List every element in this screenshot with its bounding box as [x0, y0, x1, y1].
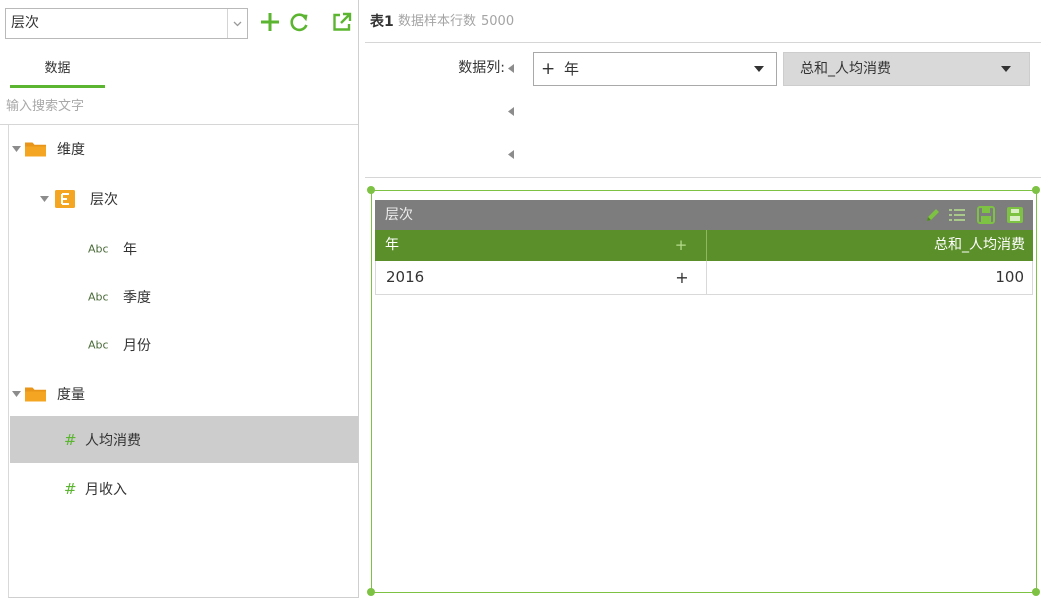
sample-label: 数据样本行数 [398, 14, 477, 29]
search-input[interactable] [6, 90, 354, 122]
resize-handle[interactable] [367, 186, 375, 194]
type-tag: # [64, 479, 77, 498]
column-header-label: 总和_人均消费 [934, 237, 1025, 253]
tree-label: 人均消费 [85, 432, 141, 449]
type-tag: Abc [88, 290, 109, 303]
type-tag: Abc [88, 242, 109, 255]
field-value: 年 [564, 60, 580, 78]
caret-down-icon[interactable] [1001, 66, 1011, 72]
divider [365, 42, 1041, 43]
expand-button[interactable]: + [541, 53, 555, 85]
folder-icon [25, 386, 46, 401]
column-header-label: 年 [385, 237, 399, 253]
type-tag: # [64, 430, 77, 449]
caret-left-icon[interactable] [508, 150, 514, 159]
cell-value: 2016 [386, 268, 425, 286]
sample-count: 5000 [481, 14, 515, 29]
field-value: 总和_人均消费 [800, 61, 891, 77]
caret-left-icon[interactable] [508, 107, 514, 116]
tree-label: 度量 [57, 386, 85, 403]
expand-button[interactable]: + [673, 230, 689, 261]
field-tree: 维度 层次 Abc 年 Abc 季度 Abc 月份 度量 # 人均消费 # 月收… [8, 125, 359, 598]
widget-title-bar[interactable]: 层次 [375, 200, 1033, 230]
table-widget[interactable]: 层次 年 + 总和_人均消费 2016 + 100 [367, 186, 1040, 596]
tree-field-month[interactable]: Abc 月份 [10, 321, 358, 368]
refresh-icon[interactable] [287, 10, 311, 34]
hierarchy-select-value: 层次 [11, 15, 39, 31]
caret-down-icon[interactable] [754, 66, 764, 72]
table-name: 表1 [370, 14, 394, 30]
left-panel: 层次 数据 维度 [0, 0, 359, 598]
column-dimension-field[interactable]: + 年 [533, 52, 777, 86]
measure-field[interactable]: 总和_人均消费 [783, 52, 1030, 86]
caret-down-icon[interactable] [40, 195, 49, 202]
resize-handle[interactable] [367, 588, 375, 596]
caret-down-icon[interactable] [12, 145, 21, 152]
column-header-year[interactable]: 年 + [375, 230, 707, 261]
tree-label: 维度 [57, 141, 85, 158]
table-header-row: 年 + 总和_人均消费 [375, 230, 1033, 261]
tree-label: 季度 [123, 289, 151, 306]
cell-value: 100 [995, 268, 1024, 286]
table-row: 2016 + 100 [375, 261, 1033, 295]
pencil-icon[interactable] [925, 207, 941, 223]
resize-handle[interactable] [1032, 186, 1040, 194]
save-icon[interactable] [977, 206, 995, 224]
tree-label: 层次 [90, 191, 118, 208]
tab-label: 数据 [44, 61, 71, 76]
expand-button[interactable]: + [674, 261, 690, 294]
table-cell-year[interactable]: 2016 + [376, 261, 707, 294]
tree-folder-measures[interactable]: 度量 [10, 370, 358, 417]
tree-label: 月收入 [85, 481, 127, 498]
caret-left-icon[interactable] [508, 64, 514, 73]
columns-label: 数据列: [458, 60, 505, 76]
list-icon[interactable] [948, 207, 966, 223]
resize-handle[interactable] [1032, 588, 1040, 596]
sample-info: 数据样本行数 5000 [398, 12, 514, 32]
hierarchy-icon [55, 189, 75, 208]
tree-label: 年 [123, 241, 137, 258]
table-cell-measure[interactable]: 100 [707, 261, 1032, 294]
tree-field-per-capita-spending[interactable]: # 人均消费 [10, 416, 358, 463]
widget-title: 层次 [385, 207, 413, 223]
tree-field-monthly-income[interactable]: # 月收入 [10, 465, 358, 512]
tab-data[interactable]: 数据 [10, 52, 105, 88]
type-tag: Abc [88, 338, 109, 351]
plus-icon[interactable] [258, 10, 282, 34]
tree-field-quarter[interactable]: Abc 季度 [10, 273, 358, 320]
folder-icon [25, 141, 46, 156]
export-icon[interactable] [1006, 206, 1024, 224]
tree-folder-dimensions[interactable]: 维度 [10, 125, 358, 172]
tree-label: 月份 [123, 337, 151, 354]
column-header-measure[interactable]: 总和_人均消费 [707, 230, 1033, 261]
caret-down-icon[interactable] [12, 390, 21, 397]
hierarchy-select[interactable]: 层次 [5, 8, 248, 39]
tree-field-year[interactable]: Abc 年 [10, 225, 358, 272]
external-link-icon[interactable] [330, 10, 354, 34]
chevron-down-icon[interactable] [227, 9, 247, 38]
tree-hierarchy[interactable]: 层次 [10, 175, 358, 222]
divider [365, 177, 1041, 178]
